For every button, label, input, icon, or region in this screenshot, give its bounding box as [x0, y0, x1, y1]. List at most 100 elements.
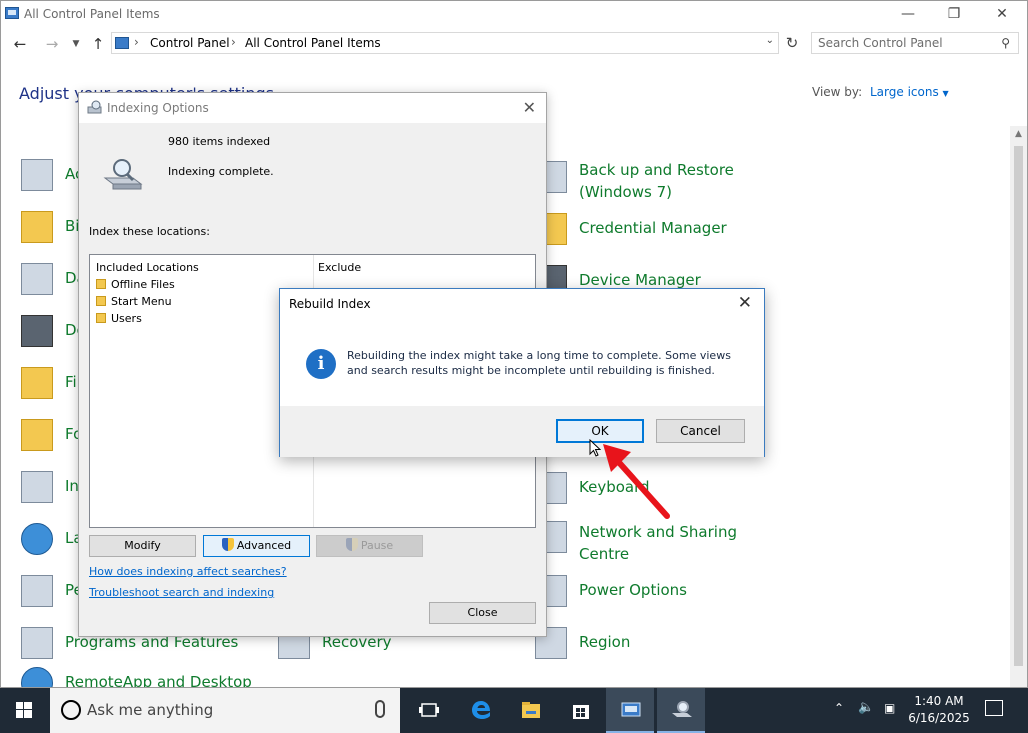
address-bar[interactable]: › Control Panel › All Control Panel Item…: [111, 32, 779, 54]
address-row: ← → ▼ ↑ › Control Panel › All Control Pa…: [1, 31, 1027, 57]
taskbar-file-explorer[interactable]: [506, 688, 554, 733]
folder-icon: [96, 296, 106, 306]
info-icon: i: [306, 349, 336, 379]
items-indexed-count: 980 items indexed: [168, 135, 271, 148]
sync-folder-icon: [96, 279, 106, 289]
cp-item-region[interactable]: Region: [535, 625, 675, 665]
close-icon[interactable]: ✕: [523, 98, 536, 117]
back-arrow-icon[interactable]: ←: [9, 33, 31, 55]
view-by-label: View by:: [812, 85, 863, 99]
volume-icon[interactable]: 🔈: [858, 700, 874, 733]
up-arrow-icon[interactable]: ↑: [87, 33, 109, 55]
remoteapp-icon: [21, 667, 53, 687]
caret-down-icon: ▼: [942, 89, 949, 98]
store-bag-icon: [573, 705, 589, 719]
list-item[interactable]: Users: [96, 312, 142, 325]
control-panel-icon: [621, 702, 641, 717]
forward-arrow-icon[interactable]: →: [41, 33, 63, 55]
scroll-thumb[interactable]: [1014, 146, 1023, 666]
indexing-affect-link[interactable]: How does indexing affect searches?: [89, 565, 287, 578]
taskbar-edge[interactable]: [456, 688, 504, 733]
system-clock[interactable]: 1:40 AM 6/16/2025: [908, 693, 970, 727]
search-icon[interactable]: ⚲: [1001, 36, 1010, 50]
cp-window-title: All Control Panel Items: [24, 7, 160, 21]
red-arrow-annotation-icon: [603, 444, 670, 519]
file-explorer-icon: [522, 702, 540, 718]
clock-time: 1:40 AM: [914, 694, 964, 708]
control-panel-small-icon: [115, 37, 129, 49]
action-centre-icon: [21, 159, 53, 191]
advanced-button[interactable]: Advanced: [203, 535, 310, 557]
indexing-status: Indexing complete.: [168, 165, 274, 178]
printer-icon: [21, 315, 53, 347]
task-view-icon: [419, 703, 439, 717]
cp-item-power-options[interactable]: Power Options: [535, 573, 755, 613]
rebuild-index-dialog: Rebuild Index ✕ i Rebuilding the index m…: [279, 288, 765, 457]
indexing-titlebar: Indexing Options ✕: [79, 93, 546, 123]
control-panel-icon: [5, 7, 19, 19]
rebuild-title: Rebuild Index: [289, 297, 371, 311]
rebuild-message: Rebuilding the index might take a long t…: [347, 349, 731, 377]
close-button[interactable]: Close: [429, 602, 536, 624]
rebuild-footer: OK Cancel: [280, 406, 764, 457]
indexing-drive-icon: [103, 159, 143, 190]
taskbar-indexing-options[interactable]: [657, 688, 705, 733]
show-hidden-icons-chevron-up-icon[interactable]: ⌃: [834, 701, 844, 733]
scroll-up-icon[interactable]: ▲: [1010, 126, 1027, 143]
pause-button[interactable]: Pause: [316, 535, 423, 557]
microphone-icon[interactable]: [375, 700, 385, 718]
bitlocker-key-icon: [21, 211, 53, 243]
cp-item-credential-manager[interactable]: Credential Manager: [535, 211, 755, 251]
programs-features-icon: [21, 627, 53, 659]
language-globe-icon: [21, 523, 53, 555]
list-item[interactable]: Start Menu: [96, 295, 172, 308]
fonts-icon: [21, 419, 53, 451]
clock-date: 6/16/2025: [908, 711, 970, 725]
cortana-search-bar[interactable]: Ask me anything: [50, 688, 400, 733]
cortana-circle-icon: [61, 700, 81, 720]
restore-icon[interactable]: ❐: [931, 1, 977, 29]
refresh-icon[interactable]: ↻: [781, 33, 803, 55]
cp-titlebar: All Control Panel Items — ❐ ✕: [1, 1, 1027, 29]
minimize-icon[interactable]: —: [885, 1, 931, 29]
search-control-panel[interactable]: ⚲: [811, 32, 1019, 54]
breadcrumb-control-panel[interactable]: Control Panel: [150, 36, 230, 50]
locations-label: Index these locations:: [89, 225, 210, 238]
search-input[interactable]: [812, 33, 992, 53]
folder-icon: [96, 313, 106, 323]
internet-options-icon: [21, 471, 53, 503]
modify-button[interactable]: Modify: [89, 535, 196, 557]
recent-chevron-down-icon[interactable]: ▼: [65, 33, 87, 55]
task-view-button[interactable]: [404, 688, 452, 733]
column-header-exclude[interactable]: Exclude: [318, 261, 361, 274]
search-input[interactable]: Ask me anything: [87, 701, 213, 719]
close-icon[interactable]: ✕: [738, 293, 752, 313]
breadcrumb-all-items[interactable]: All Control Panel Items: [245, 36, 381, 50]
cp-item-backup-restore[interactable]: Back up and Restore (Windows 7): [535, 153, 755, 203]
cp-item-remoteapp[interactable]: RemoteApp and Desktop: [21, 665, 281, 687]
windows-start-icon[interactable]: [0, 688, 48, 733]
taskbar: Ask me anything ⌃ 🔈 ▣ 1:40 AM 6/16/2025: [0, 688, 1028, 733]
action-center-notification-icon[interactable]: [985, 700, 1003, 716]
view-by-value: Large icons: [870, 85, 939, 99]
vertical-scrollbar[interactable]: ▲: [1010, 126, 1027, 687]
troubleshoot-link[interactable]: Troubleshoot search and indexing: [89, 586, 274, 599]
indexing-magnifier-icon: [672, 701, 692, 717]
chevron-right-icon[interactable]: ›: [134, 35, 139, 49]
taskbar-control-panel[interactable]: [606, 688, 654, 733]
folder-options-icon: [21, 367, 53, 399]
close-icon[interactable]: ✕: [979, 1, 1025, 29]
edge-browser-icon: [472, 701, 490, 719]
list-item[interactable]: Offline Files: [96, 278, 175, 291]
view-by-dropdown[interactable]: Large icons ▼: [870, 85, 949, 99]
uac-shield-icon: [345, 538, 358, 551]
network-disconnected-icon[interactable]: ▣: [884, 701, 895, 733]
uac-shield-icon: [221, 538, 234, 551]
address-dropdown-chevron-down-icon[interactable]: ⌄: [766, 35, 774, 46]
indexing-title: Indexing Options: [107, 101, 209, 115]
taskbar-store[interactable]: [556, 688, 604, 733]
column-header-included[interactable]: Included Locations: [96, 261, 199, 274]
indexing-magnifier-icon: [87, 100, 102, 114]
chevron-right-icon[interactable]: ›: [231, 35, 236, 49]
cp-item-network-sharing[interactable]: Network and Sharing Centre: [535, 515, 755, 565]
